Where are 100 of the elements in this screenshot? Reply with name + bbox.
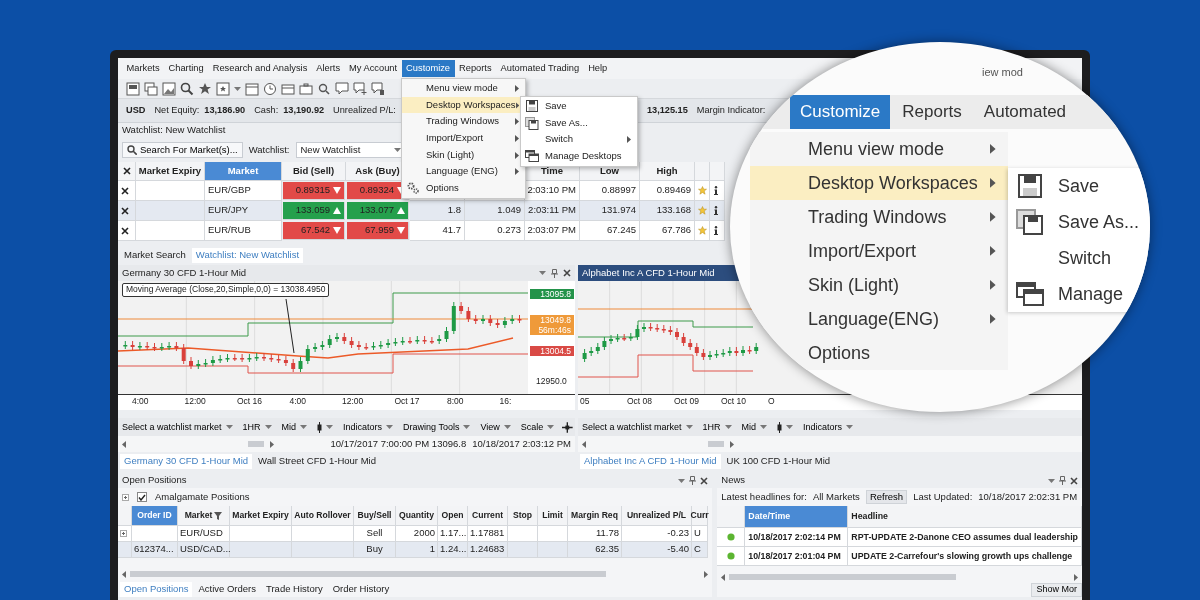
right-arrow-icon[interactable] [270, 440, 274, 448]
dropdown-button[interactable]: Mid [739, 421, 770, 433]
dropdown-button[interactable]: Select a watchlist market [580, 421, 695, 433]
menu-item[interactable]: Desktop Workspaces [750, 166, 1008, 200]
right-arrow-icon[interactable] [704, 570, 709, 578]
crosshair-icon[interactable] [562, 421, 573, 433]
dropdown-button[interactable]: View [478, 421, 513, 433]
left-arrow-icon[interactable] [122, 440, 126, 448]
menu-item[interactable]: Menu view mode [750, 132, 1008, 166]
menu-item[interactable]: Import/Export [750, 234, 1008, 268]
left-arrow-icon[interactable] [122, 570, 126, 578]
column-header[interactable]: Buy/Sell [354, 506, 396, 526]
refresh-button[interactable]: Refresh [865, 489, 908, 505]
info-button[interactable] [713, 186, 719, 195]
column-header[interactable]: Unrealized P/L [622, 506, 692, 526]
remove-button[interactable] [121, 186, 129, 195]
tab[interactable]: Alphabet Inc A CFD 1-Hour Mid [580, 454, 721, 469]
column-header[interactable]: Market Expiry [230, 506, 292, 526]
calendar-icon[interactable] [245, 81, 259, 96]
dropdown-button[interactable]: 1HR [240, 421, 274, 433]
magnifier-icon[interactable] [317, 81, 331, 96]
dropdown-button[interactable]: 1HR [700, 421, 734, 433]
column-header[interactable]: Bid (Sell) [282, 162, 346, 181]
info-button[interactable] [713, 206, 719, 215]
left-arrow-icon[interactable] [582, 440, 586, 448]
column-header[interactable]: Quantity [396, 506, 438, 526]
menu-item[interactable]: Research and Analysis [208, 60, 312, 77]
stacked-windows-icon[interactable] [144, 81, 158, 96]
dropdown-button[interactable]: Mid [279, 421, 310, 433]
right-arrow-icon[interactable] [730, 440, 734, 448]
left-arrow-icon[interactable] [721, 573, 726, 581]
tab[interactable]: Germany 30 CFD 1-Hour Mid [120, 454, 253, 469]
column-header[interactable]: Date/Time [745, 506, 849, 528]
menu-item[interactable]: Customize [790, 95, 891, 129]
scrollbar-thumb[interactable] [729, 574, 956, 581]
column-header[interactable]: Stop [508, 506, 538, 526]
menu-item[interactable]: Save [1008, 168, 1150, 204]
clock-icon[interactable] [263, 81, 277, 96]
tab[interactable]: Trade History [262, 582, 327, 597]
column-header[interactable]: Market [205, 162, 282, 181]
menu-item[interactable]: Trading Windows [750, 200, 1008, 234]
dropdown-button[interactable]: Indicators [341, 421, 396, 433]
menu-item[interactable]: Options [750, 336, 1008, 370]
dropdown-button[interactable]: Indicators [801, 421, 856, 433]
speech-bubble-lock-icon[interactable] [371, 81, 385, 96]
right-arrow-icon[interactable] [1074, 573, 1078, 581]
column-header[interactable]: High [640, 162, 695, 181]
search-icon[interactable] [180, 81, 194, 96]
column-header[interactable]: Auto Rollover [292, 506, 354, 526]
briefcase-icon[interactable] [299, 81, 313, 96]
tab[interactable]: Wall Street CFD 1-Hour Mid [254, 454, 380, 469]
column-header[interactable]: Limit [538, 506, 568, 526]
menu-item[interactable]: Menu view mode [402, 80, 525, 97]
column-header[interactable]: Current [468, 506, 508, 526]
chart-type-button[interactable] [315, 421, 336, 433]
remove-button[interactable] [121, 226, 129, 235]
window-icon[interactable] [126, 81, 140, 96]
menu-item[interactable]: Alerts [311, 60, 345, 77]
show-more-button[interactable]: Show Mor [1031, 583, 1082, 597]
menu-item[interactable]: Save As... [1008, 204, 1150, 240]
tab[interactable]: Open Positions [120, 582, 193, 597]
column-header[interactable]: Order ID [132, 506, 178, 526]
speech-bubble-plus-icon[interactable] [353, 81, 367, 96]
column-header[interactable]: Market [178, 506, 230, 526]
tab[interactable]: Market Search [120, 248, 190, 263]
menu-item[interactable]: Language(ENG) [750, 302, 1008, 336]
menu-item[interactable]: Customize [401, 60, 455, 77]
tab[interactable]: Watchlist: New Watchlist [191, 248, 304, 263]
dropdown-button[interactable]: Select a watchlist market [120, 421, 235, 433]
column-header[interactable]: Headline [848, 506, 1082, 528]
dropdown-button[interactable]: Scale [518, 421, 557, 433]
image-icon[interactable] [162, 81, 176, 96]
tab[interactable]: Order History [328, 582, 394, 597]
chart-type-button[interactable] [775, 421, 796, 433]
checkbox[interactable] [137, 492, 147, 502]
menu-item[interactable]: My Account [344, 60, 402, 77]
info-button[interactable] [713, 226, 719, 235]
column-header[interactable]: Margin Req [568, 506, 622, 526]
column-header[interactable]: Market Expiry [136, 162, 205, 181]
menu-item[interactable]: Automated [973, 95, 1077, 129]
scrollbar-thumb[interactable] [248, 441, 264, 447]
expand-icon[interactable] [120, 530, 127, 537]
column-header[interactable]: Curr [692, 506, 708, 526]
remove-button[interactable] [121, 206, 129, 215]
menu-item[interactable]: Reports [892, 95, 972, 129]
scrollbar-thumb[interactable] [130, 571, 607, 577]
expand-icon[interactable] [122, 493, 129, 501]
dropdown-button[interactable]: Drawing Tools [401, 421, 473, 433]
menu-item[interactable]: Skin (Light) [750, 268, 1008, 302]
speech-bubble-icon[interactable] [335, 81, 349, 96]
menu-item[interactable]: iew mod [982, 64, 1023, 81]
menu-item[interactable]: Switch [1008, 240, 1150, 276]
menu-item[interactable]: Markets [122, 60, 165, 77]
star-icon[interactable] [198, 81, 212, 96]
starred-window-icon[interactable] [216, 81, 230, 96]
menu-item[interactable]: Charting [164, 60, 209, 77]
scrollbar-thumb[interactable] [708, 441, 724, 447]
menu-item[interactable]: Help [583, 60, 612, 77]
menu-item[interactable]: Reports [454, 60, 497, 77]
tab[interactable]: UK 100 CFD 1-Hour Mid [722, 454, 835, 469]
